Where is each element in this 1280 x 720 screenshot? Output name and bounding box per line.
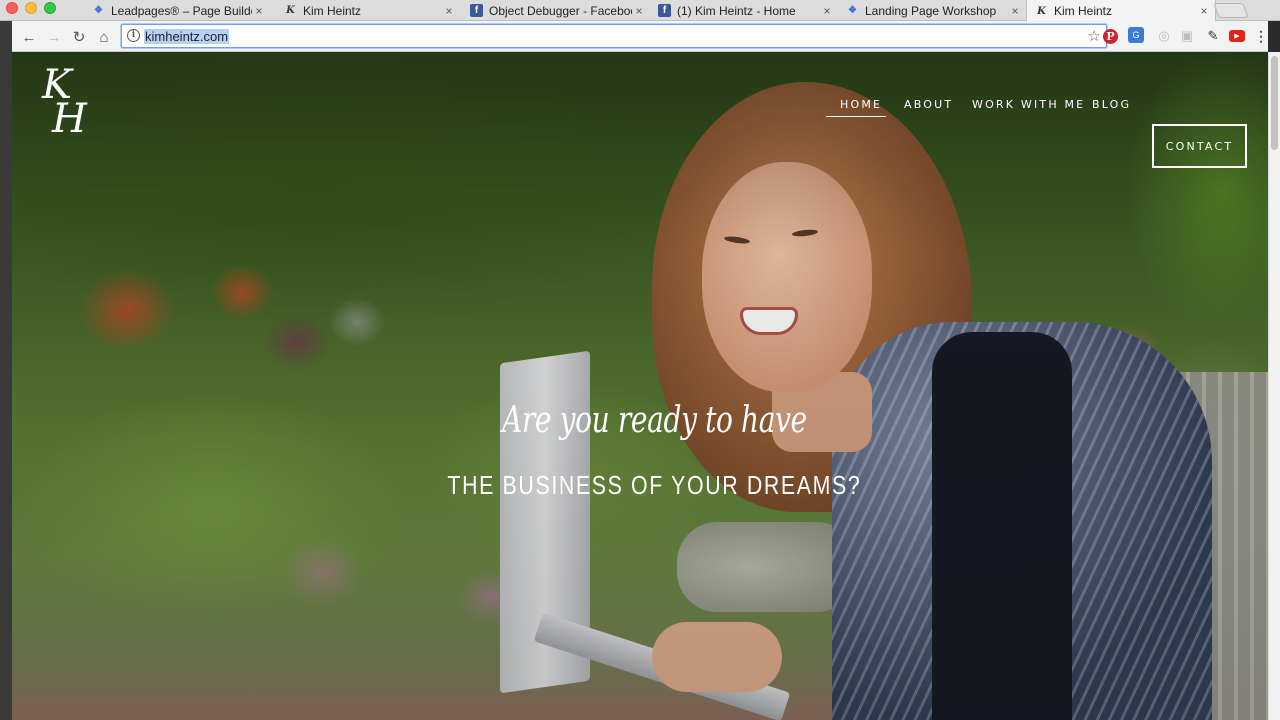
url-text[interactable]: kimheintz.com [144,29,230,44]
window-controls [6,2,56,14]
kh-logo-icon: K [1037,5,1046,17]
bookmark-star-icon[interactable]: ☆ [1088,27,1101,45]
tab-title: Kim Heintz [1054,4,1113,18]
nav-blog-link[interactable]: BLOG [1092,98,1131,111]
browser-menu-icon[interactable]: ⋮ [1252,27,1270,45]
page-scrollbar[interactable] [1268,52,1280,720]
close-tab-icon[interactable]: × [442,4,456,18]
extension-icon[interactable]: ▣ [1178,27,1196,45]
tab-object-debugger[interactable]: f Object Debugger - Facebook × [462,0,650,21]
desktop-edge [0,21,12,720]
tab-strip: ❖ Leadpages® – Page Builder × K Kim Hein… [0,0,1280,22]
tab-title: (1) Kim Heintz - Home [677,3,796,18]
youtube-extension-icon[interactable]: ▶ [1229,30,1245,42]
new-tab-button[interactable] [1213,3,1249,18]
hero-headline-text: THE BUSINESS OF YOUR DREAMS? [447,470,861,500]
tab-title: Kim Heintz [303,3,362,18]
leadpages-icon: ❖ [848,5,857,16]
grammarly-extension-icon[interactable]: G [1128,27,1144,43]
tab-landing-page-workshop[interactable]: ❖ Landing Page Workshop × [838,0,1026,21]
page-viewport: K H HOME ABOUT WORK WITH ME BLOG CONTACT… [12,52,1268,720]
hero-script-line: Are you ready to have [12,400,1268,441]
browser-toolbar: ← → ↻ ⌂ i kimheintz.com ☆ P G ◎ ▣ ✎ ▶ ⋮ [12,21,1268,52]
forward-button[interactable]: → [43,26,65,48]
close-tab-icon[interactable]: × [252,4,266,18]
tab-title: Object Debugger - Facebook [489,3,632,18]
home-button[interactable]: ⌂ [93,26,115,48]
nav-about-link[interactable]: ABOUT [904,98,953,111]
facebook-icon: f [470,4,483,17]
active-nav-underline [826,116,886,117]
back-button[interactable]: ← [18,26,40,48]
reload-button[interactable]: ↻ [68,26,90,48]
nav-home-link[interactable]: HOME [840,98,882,111]
hero-headline: THE BUSINESS OF YOUR DREAMS? [12,470,1268,501]
close-tab-icon[interactable]: × [1197,4,1211,18]
tab-leadpages[interactable]: ❖ Leadpages® – Page Builder × [84,0,270,21]
tab-kim-heintz[interactable]: K Kim Heintz × [276,0,460,21]
pen-extension-icon[interactable]: ✎ [1204,27,1222,45]
close-window-button[interactable] [6,2,18,14]
hero-overlay [12,52,1268,720]
leadpages-icon: ❖ [94,5,103,16]
maximize-window-button[interactable] [44,2,56,14]
tab-title: Leadpages® – Page Builder [111,3,252,18]
hero-script-text: Are you ready to have [501,400,807,441]
scrollbar-thumb[interactable] [1271,56,1278,150]
contact-button[interactable]: CONTACT [1152,124,1247,168]
tab-kim-heintz-active[interactable]: K Kim Heintz × [1026,0,1216,22]
site-navigation: HOME ABOUT WORK WITH ME BLOG CONTACT [12,95,1268,168]
facebook-icon: f [658,4,671,17]
extension-icon[interactable]: ◎ [1155,27,1173,45]
tab-facebook-home[interactable]: f (1) Kim Heintz - Home × [650,0,838,21]
close-tab-icon[interactable]: × [1008,4,1022,18]
pinterest-extension-icon[interactable]: P [1103,29,1118,44]
kh-logo-icon: K [286,5,295,16]
info-icon[interactable]: i [127,29,140,42]
close-tab-icon[interactable]: × [820,4,834,18]
tab-title: Landing Page Workshop [865,3,997,18]
nav-work-with-me-link[interactable]: WORK WITH ME [972,98,1085,111]
minimize-window-button[interactable] [25,2,37,14]
close-tab-icon[interactable]: × [632,4,646,18]
address-bar[interactable]: i kimheintz.com ☆ [121,24,1107,48]
